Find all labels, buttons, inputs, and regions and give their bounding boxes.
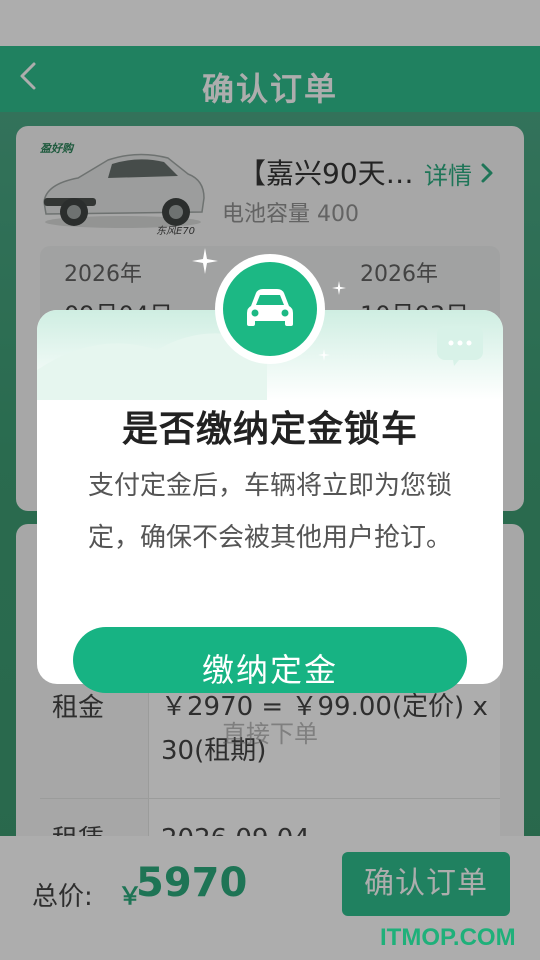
watermark: ITMOP.COM [380, 924, 516, 951]
sparkle-icon [318, 346, 330, 365]
chat-icon [437, 326, 483, 366]
sparkle-icon [332, 280, 346, 299]
dialog-message: 支付定金后，车辆将立即为您锁定，确保不会被其他用户抢订。 [87, 471, 452, 553]
sparkle-icon [192, 248, 218, 278]
dialog-title: 是否缴纳定金锁车 [121, 409, 418, 450]
skip-link[interactable]: 直接下单 [0, 714, 540, 749]
car-badge [215, 254, 325, 364]
pay-deposit-button[interactable]: 缴纳定金 [73, 627, 467, 693]
car-icon [223, 289, 317, 360]
